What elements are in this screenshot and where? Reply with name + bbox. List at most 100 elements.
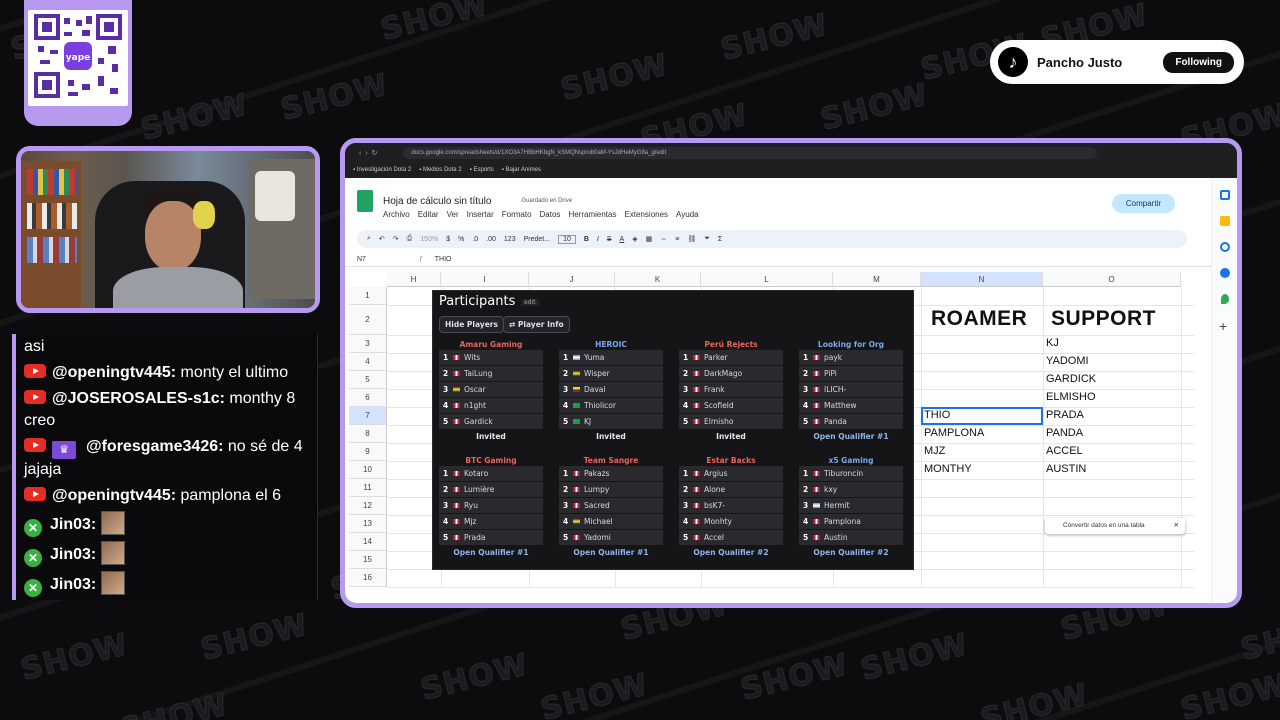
player-row[interactable]: 5 Accel [679,530,783,546]
player-name[interactable]: KJ [584,417,591,426]
player-name[interactable]: Michael [584,517,613,526]
support-cell[interactable]: AUSTIN [1046,463,1086,475]
document-title[interactable]: Hoja de cálculo sin título [383,196,491,207]
player-name[interactable]: Parker [704,353,728,362]
forward-icon[interactable]: › [365,150,367,157]
borders-icon[interactable]: ▦ [646,235,653,243]
row-header[interactable]: 4 [349,353,387,371]
player-row[interactable]: 3 Daval [559,382,663,398]
player-name[interactable]: Wisper [584,369,610,378]
player-row[interactable]: 3 bsK7- [679,498,783,514]
link-icon[interactable]: ⛓ [687,235,696,243]
player-row[interactable]: 4 Matthew [799,398,903,414]
increase-decimal-button[interactable]: .00 [486,236,496,243]
name-box[interactable]: N7 [357,253,417,267]
player-name[interactable]: Austin [824,533,848,542]
support-header[interactable]: SUPPORT [1051,307,1156,331]
player-name[interactable]: Hermit [824,501,850,510]
column-header[interactable]: N [921,272,1043,287]
player-name[interactable]: payk [824,353,842,362]
player-row[interactable]: 1 Argius [679,466,783,482]
player-row[interactable]: 3 Ryu [439,498,543,514]
player-name[interactable]: Ryu [464,501,478,510]
row-header[interactable]: 6 [349,389,387,407]
player-name[interactable]: Yadomi [584,533,611,542]
bookmark-item[interactable]: ▪ Esports [470,167,494,173]
column-header[interactable]: K [615,272,701,287]
player-row[interactable]: 1 Tiburoncin [799,466,903,482]
player-row[interactable]: 4 Michael [559,514,663,530]
player-name[interactable]: Elmisho [704,417,733,426]
player-name[interactable]: Thiolicor [584,401,616,410]
player-name[interactable]: ILICH- [824,385,846,394]
support-cell[interactable]: KJ [1046,337,1059,349]
player-name[interactable]: Kotaro [464,469,488,478]
selected-cell[interactable] [921,407,1043,425]
zoom-select[interactable]: 150% [420,236,438,243]
maps-icon[interactable] [1221,294,1229,304]
bold-icon[interactable]: B [584,236,589,243]
close-icon[interactable]: ✕ [1174,518,1179,534]
player-row[interactable]: 3 Frank [679,382,783,398]
bookmark-item[interactable]: ▪ Medios Dota 2 [419,167,461,173]
player-row[interactable]: 5 Yadomi [559,530,663,546]
player-name[interactable]: Daval [584,385,606,394]
player-row[interactable]: 5 KJ [559,414,663,430]
column-header[interactable]: L [701,272,833,287]
menu-item-insertar[interactable]: Insertar [467,210,494,219]
support-cell[interactable]: ACCEL [1046,445,1083,457]
row-header[interactable]: 12 [349,497,387,515]
team-name[interactable]: Estar Backs [679,455,783,466]
redo-icon[interactable]: ↷ [393,235,399,243]
add-addon-icon[interactable]: + [1219,318,1227,334]
row-header[interactable]: 10 [349,461,387,479]
row-header[interactable]: 2 [349,305,387,335]
contacts-icon[interactable] [1220,268,1230,278]
column-header[interactable]: M [833,272,921,287]
player-name[interactable]: Sacred [584,501,610,510]
row-header[interactable]: 1 [349,287,387,305]
decrease-decimal-button[interactable]: .0 [472,236,478,243]
menu-item-archivo[interactable]: Archivo [383,210,410,219]
keep-icon[interactable] [1220,216,1230,226]
player-row[interactable]: 5 Gardick [439,414,543,430]
row-header[interactable]: 8 [349,425,387,443]
player-row[interactable]: 2 Wisper [559,366,663,382]
fill-color-icon[interactable]: ◈ [632,235,637,243]
tasks-icon[interactable] [1220,242,1230,252]
player-row[interactable]: 2 kxy [799,482,903,498]
player-name[interactable]: PiPi [824,369,837,378]
player-row[interactable]: 2 Lumière [439,482,543,498]
following-button[interactable]: Following [1163,51,1234,73]
player-name[interactable]: n1ght [464,401,486,410]
player-row[interactable]: 1 payk [799,350,903,366]
row-header[interactable]: 16 [349,569,387,587]
team-name[interactable]: Looking for Org [799,339,903,350]
menu-item-herramientas[interactable]: Herramientas [568,210,616,219]
player-row[interactable]: 3 Hermit [799,498,903,514]
menu-item-ver[interactable]: Ver [447,210,459,219]
convert-to-table-tooltip[interactable]: Convertir datos en una tabla ✕ [1045,518,1185,534]
player-name[interactable]: Lumpy [584,485,609,494]
player-name[interactable]: Pamplona [824,517,861,526]
player-name[interactable]: Yuma [584,353,604,362]
row-header[interactable]: 11 [349,479,387,497]
player-name[interactable]: Matthew [824,401,856,410]
player-name[interactable]: Accel [704,533,724,542]
player-name[interactable]: Prada [464,533,485,542]
player-row[interactable]: 4 Pamplona [799,514,903,530]
player-row[interactable]: 2 DarkMago [679,366,783,382]
support-cell[interactable]: PANDA [1046,427,1083,439]
currency-button[interactable]: $ [446,236,450,243]
player-row[interactable]: 4 Mjz [439,514,543,530]
column-header[interactable]: J [529,272,615,287]
player-name[interactable]: Monhty [704,517,732,526]
roamer-cell[interactable]: MONTHY [924,463,972,475]
calendar-icon[interactable] [1220,190,1230,200]
roamer-cell[interactable]: MJZ [924,445,945,457]
player-row[interactable]: 5 Elmisho [679,414,783,430]
formula-input[interactable]: THIO [435,256,452,263]
player-name[interactable]: Mjz [464,517,477,526]
row-header[interactable]: 15 [349,551,387,569]
bookmark-item[interactable]: ▪ Bajar Animes [502,167,541,173]
